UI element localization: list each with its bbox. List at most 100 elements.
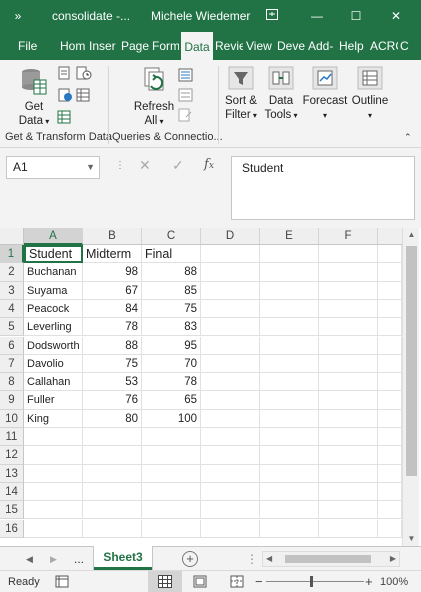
scroll-left-icon[interactable]: ◀ [266,554,272,563]
zoom-slider-track[interactable] [266,581,364,582]
cell[interactable]: 88 [142,263,201,282]
sort-filter-button[interactable]: Sort & Filter ▾ [222,66,260,123]
horizontal-scroll-thumb[interactable] [285,555,371,563]
cell[interactable]: 75 [83,354,142,374]
cell[interactable] [24,501,83,520]
zoom-out-icon[interactable]: − [255,571,263,592]
cell[interactable] [142,446,201,465]
cell[interactable] [378,354,402,374]
cell[interactable] [24,446,83,465]
cell[interactable] [319,354,378,374]
close-icon[interactable]: ✕ [382,0,410,32]
next-sheet-icon[interactable]: ▶ [50,547,57,571]
cell[interactable] [260,482,319,502]
cell[interactable] [378,428,402,447]
cell[interactable] [319,428,378,447]
formula-input[interactable]: Student [231,156,415,220]
tab-insert[interactable]: Inser [89,32,119,60]
cell[interactable] [83,519,142,538]
cell[interactable]: 98 [83,263,142,282]
cell[interactable] [83,501,142,520]
cell[interactable] [319,281,378,300]
cell[interactable] [378,299,402,319]
column-header-a[interactable]: A [24,228,83,245]
cell[interactable]: Buchanan [24,263,83,282]
maximize-icon[interactable]: ☐ [342,0,370,32]
macro-record-icon[interactable] [55,575,69,588]
cell[interactable] [378,501,402,520]
row-header[interactable]: 13 [0,464,24,483]
column-header-f[interactable]: F [319,228,378,245]
zoom-level[interactable]: 100% [380,571,408,592]
cell[interactable] [142,464,201,483]
column-header-b[interactable]: B [83,228,142,245]
tab-overflow[interactable]: C [400,32,414,60]
cell[interactable] [319,263,378,282]
row-header[interactable]: 2 [0,263,24,282]
cell[interactable]: 67 [83,281,142,300]
cell[interactable]: 88 [83,336,142,355]
column-header-e[interactable]: E [260,228,319,245]
scroll-right-icon[interactable]: ▶ [390,554,396,563]
prev-sheet-icon[interactable]: ◀ [26,547,33,571]
cell[interactable] [260,263,319,282]
cell[interactable] [142,519,201,538]
cell[interactable] [319,391,378,410]
normal-view-button[interactable] [148,571,182,592]
cell[interactable]: Leverling [24,318,83,337]
cell[interactable] [378,446,402,465]
properties-icon[interactable] [178,88,194,102]
cell[interactable] [319,245,378,264]
tab-view[interactable]: View [246,32,274,60]
from-text-icon[interactable] [57,66,73,80]
cell[interactable] [142,428,201,447]
row-header[interactable]: 10 [0,409,24,428]
column-header-d[interactable]: D [201,228,260,245]
cell[interactable]: Suyama [24,281,83,300]
tab-split-handle-icon[interactable]: ⋮ [246,547,258,571]
cell[interactable] [260,519,319,538]
cell[interactable] [201,428,260,447]
cell[interactable] [142,482,201,502]
row-header[interactable]: 9 [0,391,24,410]
row-header[interactable]: 4 [0,299,24,319]
tab-page-layout[interactable]: Page [121,32,149,60]
cell[interactable] [24,482,83,502]
scroll-down-icon[interactable]: ▼ [403,532,420,546]
cell[interactable] [260,336,319,355]
quick-access-overflow-icon[interactable]: » [8,0,28,32]
cell[interactable] [319,373,378,392]
row-header[interactable]: 15 [0,501,24,520]
cell[interactable]: 76 [83,391,142,410]
get-data-button[interactable]: Get Data ▾ [16,66,52,129]
cell[interactable] [260,281,319,300]
sheet-overflow[interactable]: ... [74,547,84,571]
cell[interactable]: 85 [142,281,201,300]
row-header[interactable]: 8 [0,373,24,392]
cell[interactable] [260,299,319,319]
ribbon-display-options-icon[interactable] [258,0,286,32]
row-header[interactable]: 5 [0,318,24,337]
tab-file[interactable]: File [18,32,44,60]
cell[interactable]: 100 [142,409,201,428]
existing-connections-icon[interactable] [76,88,92,102]
zoom-in-icon[interactable]: + [365,571,373,592]
cell[interactable] [201,281,260,300]
row-header[interactable]: 12 [0,446,24,465]
cell[interactable]: 53 [83,373,142,392]
outline-button[interactable]: Outline ▾ [350,66,390,123]
row-header[interactable]: 3 [0,281,24,300]
tab-data[interactable]: Data [181,32,213,60]
collapse-ribbon-icon[interactable]: ⌃ [404,132,412,143]
recent-sources-icon[interactable] [76,66,92,80]
cell[interactable] [260,409,319,428]
name-box-dropdown-icon[interactable]: ▼ [86,157,95,178]
cell[interactable] [378,263,402,282]
tab-developer[interactable]: Deve [277,32,305,60]
cell[interactable]: 75 [142,299,201,319]
cell[interactable] [260,464,319,483]
cell[interactable]: 78 [83,318,142,337]
cell[interactable] [378,482,402,502]
vertical-scroll-thumb[interactable] [406,246,417,476]
cell[interactable] [319,409,378,428]
